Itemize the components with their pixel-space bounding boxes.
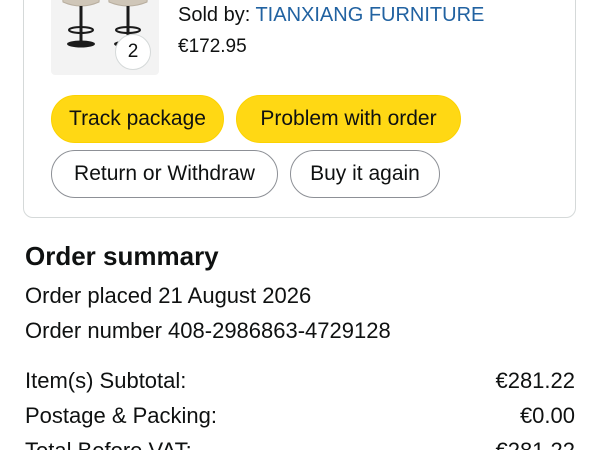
item-price: €172.95 <box>178 36 247 57</box>
summary-row-total-before-vat: Total Before VAT: €281.22 <box>25 438 575 450</box>
quantity-badge: 2 <box>115 34 151 70</box>
track-package-button[interactable]: Track package <box>51 95 224 143</box>
order-summary-heading: Order summary <box>25 241 219 271</box>
order-number: Order number 408-2986863-4729128 <box>25 318 391 343</box>
summary-row-label: Item(s) Subtotal: <box>25 368 187 393</box>
order-details-page: 2 Sold by: TIANXIANG FURNITURE €172.95 T… <box>0 0 600 450</box>
summary-row-subtotal: Item(s) Subtotal: €281.22 <box>25 368 575 394</box>
sold-by-line: Sold by: TIANXIANG FURNITURE <box>178 4 484 27</box>
buy-it-again-button[interactable]: Buy it again <box>290 150 440 198</box>
problem-with-order-button[interactable]: Problem with order <box>236 95 461 143</box>
summary-row-label: Postage & Packing: <box>25 403 218 428</box>
summary-row-value: €281.22 <box>495 438 575 450</box>
order-placed-date: Order placed 21 August 2026 <box>25 283 312 308</box>
summary-row-label: Total Before VAT: <box>25 438 192 450</box>
summary-row-value: €281.22 <box>495 368 575 393</box>
seller-link[interactable]: TIANXIANG FURNITURE <box>255 4 484 26</box>
sold-by-label: Sold by: <box>178 4 256 26</box>
summary-row-postage: Postage & Packing: €0.00 <box>25 403 575 429</box>
return-or-withdraw-button[interactable]: Return or Withdraw <box>51 150 278 198</box>
summary-row-value: €0.00 <box>519 403 575 428</box>
